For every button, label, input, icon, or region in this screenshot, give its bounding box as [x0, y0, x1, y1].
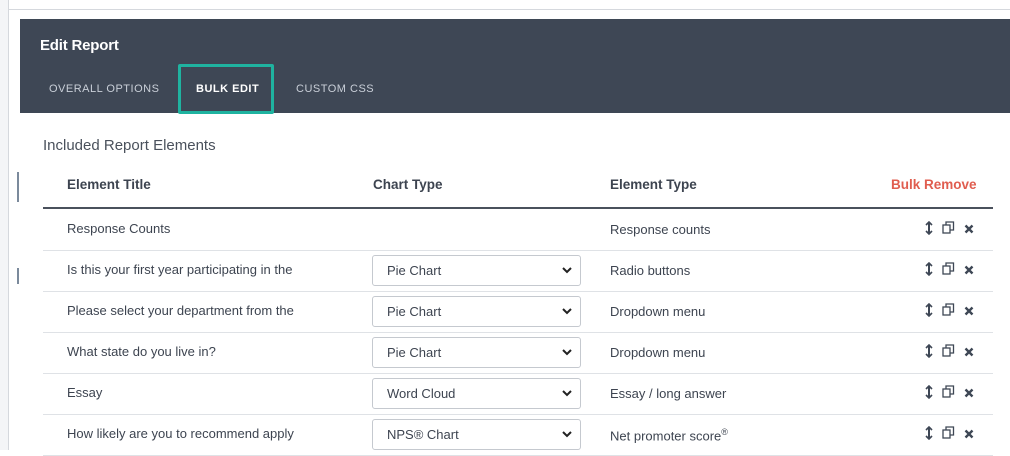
- table-row: Essay Word Cloud Essay / long answer: [43, 373, 993, 415]
- close-icon: [964, 306, 974, 316]
- element-type-label: Essay / long answer: [610, 386, 727, 401]
- row-actions: [924, 302, 984, 322]
- remove-button[interactable]: [964, 262, 974, 280]
- copy-icon: [942, 385, 955, 398]
- move-button[interactable]: [924, 425, 934, 445]
- move-icon: [925, 343, 933, 359]
- copy-button[interactable]: [942, 262, 955, 280]
- element-title: What state do you live in?: [67, 344, 216, 359]
- table-row: Response Counts Response counts: [43, 209, 993, 251]
- element-type-label: Dropdown menu: [610, 345, 706, 360]
- close-icon: [964, 347, 974, 357]
- close-icon: [964, 265, 974, 275]
- row-actions: [924, 384, 984, 404]
- element-type-label: Radio buttons: [610, 263, 691, 278]
- move-icon: [925, 384, 933, 400]
- chevron-down-icon: [562, 390, 572, 397]
- move-button[interactable]: [924, 384, 934, 404]
- copy-icon: [942, 426, 955, 439]
- chart-type-value: Pie Chart: [387, 345, 442, 360]
- move-icon: [925, 261, 933, 277]
- window-frame-top-border: [8, 9, 1010, 10]
- move-button[interactable]: [924, 343, 934, 363]
- move-button[interactable]: [924, 261, 934, 281]
- element-title: Essay: [67, 385, 103, 400]
- move-button[interactable]: [924, 220, 934, 240]
- registered-mark: ®: [721, 427, 728, 437]
- remove-button[interactable]: [964, 221, 974, 239]
- scroll-marker: [17, 172, 19, 202]
- scroll-marker: [17, 268, 19, 284]
- chevron-down-icon: [562, 308, 572, 315]
- element-title: Please select your department from the: [67, 303, 294, 318]
- chart-type-value: Pie Chart: [387, 263, 442, 278]
- remove-button[interactable]: [964, 303, 974, 321]
- active-tab-highlight: [178, 64, 274, 114]
- chart-type-select[interactable]: Word Cloud: [372, 378, 581, 409]
- copy-button[interactable]: [942, 426, 955, 444]
- bulk-remove-button[interactable]: Bulk Remove: [891, 177, 977, 192]
- section-title: Included Report Elements: [43, 137, 216, 154]
- remove-button[interactable]: [964, 344, 974, 362]
- element-type-label: Dropdown menu: [610, 304, 706, 319]
- chart-type-value: Word Cloud: [387, 386, 456, 401]
- element-title: Is this your first year participating in…: [67, 262, 293, 277]
- column-header-element-type: Element Type: [610, 177, 697, 192]
- row-actions: [924, 425, 984, 445]
- close-icon: [964, 224, 974, 234]
- element-type-label: Response counts: [610, 222, 711, 237]
- element-type: Dropdown menu: [610, 304, 705, 319]
- window-frame-border: [8, 0, 9, 450]
- copy-icon: [942, 221, 955, 234]
- move-icon: [925, 220, 933, 236]
- chevron-down-icon: [562, 431, 572, 438]
- copy-icon: [942, 344, 955, 357]
- chevron-down-icon: [562, 267, 572, 274]
- table-row: What state do you live in? Pie Chart Dropd…: [43, 332, 993, 374]
- element-title: Response Counts: [67, 221, 171, 236]
- copy-button[interactable]: [942, 303, 955, 321]
- element-type: Net promoter score®: [610, 427, 728, 443]
- row-actions: [924, 261, 984, 281]
- window-frame-left: [0, 0, 8, 450]
- move-icon: [925, 302, 933, 318]
- element-type: Radio buttons: [610, 263, 690, 278]
- move-icon: [925, 425, 933, 441]
- chart-type-value: NPS® Chart: [387, 427, 459, 442]
- edit-report-header: Edit Report OVERALL OPTIONS BULK EDIT CU…: [20, 19, 1010, 114]
- element-type-label: Net promoter score: [610, 428, 722, 444]
- chart-type-value: Pie Chart: [387, 304, 442, 319]
- element-type: Essay / long answer: [610, 386, 726, 401]
- move-button[interactable]: [924, 302, 934, 322]
- chart-type-select[interactable]: Pie Chart: [372, 255, 581, 286]
- element-type: Response counts: [610, 222, 710, 237]
- chart-type-select[interactable]: Pie Chart: [372, 337, 581, 368]
- chart-type-select[interactable]: NPS® Chart: [372, 419, 581, 450]
- page-title: Edit Report: [40, 37, 119, 54]
- element-title: How likely are you to recommend apply: [67, 426, 294, 441]
- tab-overall-options[interactable]: OVERALL OPTIONS: [49, 83, 159, 95]
- table-row: Is this your first year participating in…: [43, 250, 993, 292]
- close-icon: [964, 429, 974, 439]
- chevron-down-icon: [562, 349, 572, 356]
- column-header-chart-type: Chart Type: [373, 177, 443, 192]
- close-icon: [964, 388, 974, 398]
- column-header-element-title: Element Title: [67, 177, 151, 192]
- chart-type-select[interactable]: Pie Chart: [372, 296, 581, 327]
- copy-icon: [942, 303, 955, 316]
- table-row: Please select your department from the Pi…: [43, 291, 993, 333]
- row-actions: [924, 220, 984, 240]
- tab-custom-css[interactable]: CUSTOM CSS: [296, 83, 374, 95]
- row-actions: [924, 343, 984, 363]
- element-type: Dropdown menu: [610, 345, 705, 360]
- remove-button[interactable]: [964, 385, 974, 403]
- copy-button[interactable]: [942, 385, 955, 403]
- remove-button[interactable]: [964, 426, 974, 444]
- copy-icon: [942, 262, 955, 275]
- copy-button[interactable]: [942, 344, 955, 362]
- copy-button[interactable]: [942, 221, 955, 239]
